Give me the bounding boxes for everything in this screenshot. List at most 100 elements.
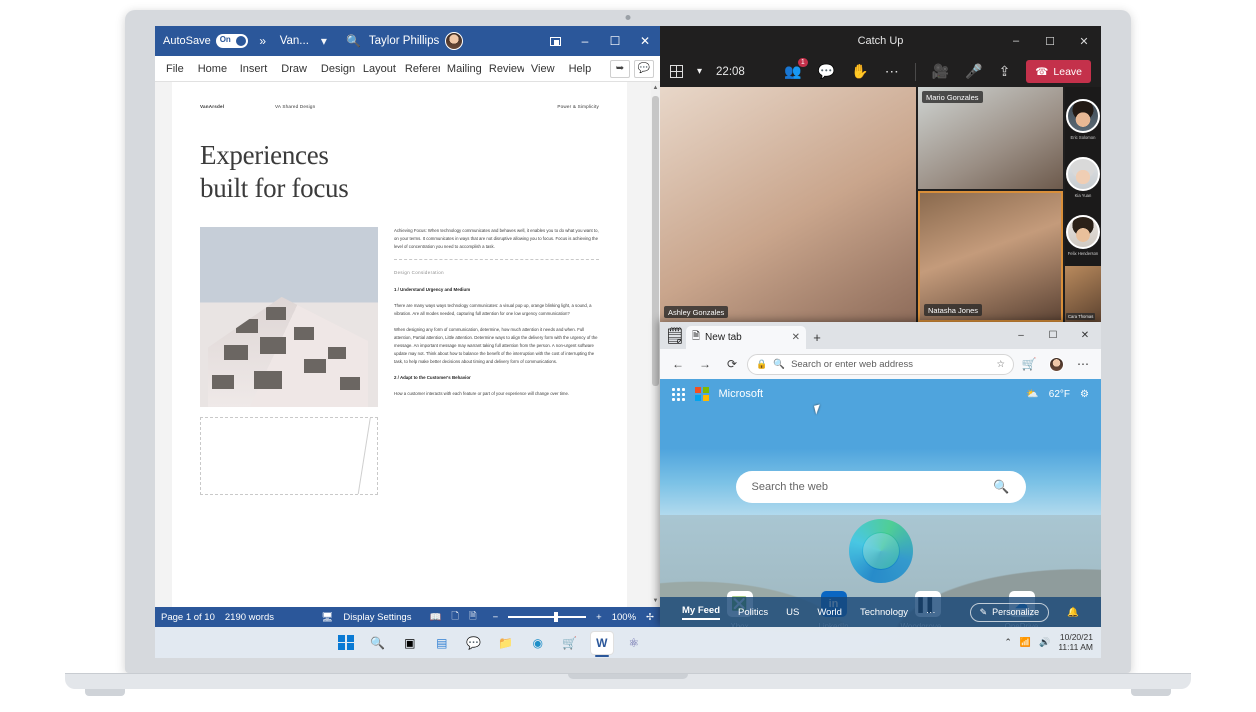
- word-count[interactable]: 2190 words: [225, 612, 274, 623]
- wifi-icon[interactable]: 📶: [1020, 637, 1031, 648]
- document-page[interactable]: VanArsdel VA Shared Design Power & Simpl…: [172, 82, 627, 607]
- ribbon-tab-layout[interactable]: Layout: [356, 60, 398, 78]
- temperature[interactable]: 62°F: [1049, 389, 1070, 400]
- forward-button[interactable]: →: [693, 352, 717, 376]
- windows-desktop[interactable]: AutoSave On » Van... ▾ 🔍 Taylor Phillips: [155, 26, 1101, 658]
- edge-navigation-bar[interactable]: ← → ⟳ 🔒 🔍 Search or enter web address ☆ …: [660, 349, 1101, 379]
- autosave-toggle[interactable]: AutoSave On: [163, 34, 248, 48]
- ribbon-tab-insert[interactable]: Insert: [233, 60, 275, 78]
- ribbon-tab-references[interactable]: References: [398, 60, 440, 78]
- teams-video-stage[interactable]: Ashley Gonzales Mario Gonzales Natasha J…: [660, 87, 1101, 322]
- chat-button[interactable]: 💬: [463, 632, 485, 654]
- close-button[interactable]: ✕: [1069, 322, 1101, 349]
- comments-icon[interactable]: 💬: [634, 59, 654, 78]
- widgets-button[interactable]: ▤: [431, 632, 453, 654]
- partly-cloudy-icon[interactable]: ⛅: [1026, 389, 1038, 400]
- more-horizontal-icon[interactable]: ⋯: [1071, 352, 1095, 376]
- grid-layout-icon[interactable]: [670, 65, 683, 78]
- feed-tab-my-feed[interactable]: My Feed: [682, 605, 721, 620]
- store-button[interactable]: 🛒: [559, 632, 581, 654]
- gear-icon[interactable]: ⚙: [1080, 389, 1089, 400]
- word-document-canvas[interactable]: VanArsdel VA Shared Design Power & Simpl…: [155, 82, 660, 607]
- zoom-out-button[interactable]: −: [493, 612, 499, 623]
- edge-button[interactable]: ◉: [527, 632, 549, 654]
- task-view-button[interactable]: ▣: [399, 632, 421, 654]
- browser-tab[interactable]: 🗎 New tab ✕: [686, 326, 806, 349]
- autosave-switch[interactable]: On: [215, 34, 248, 48]
- file-explorer-button[interactable]: 📁: [495, 632, 517, 654]
- ribbon-tab-view[interactable]: View: [524, 60, 562, 78]
- focus-mode-icon[interactable]: ✢: [646, 612, 654, 623]
- user-account[interactable]: Taylor Phillips: [369, 32, 464, 50]
- new-tab-button[interactable]: +: [806, 326, 828, 349]
- document-name[interactable]: Van...: [280, 35, 309, 47]
- collections-icon[interactable]: 🛒: [1017, 352, 1041, 376]
- video-tile-secondary[interactable]: Mario Gonzales: [918, 87, 1063, 189]
- zoom-slider[interactable]: [508, 612, 587, 622]
- roster-participant[interactable]: Felix Henderson: [1065, 208, 1101, 264]
- share-screen-icon[interactable]: ⇪: [999, 63, 1011, 80]
- ntp-feed-nav[interactable]: My Feed Politics US World Technology ···…: [660, 597, 1101, 627]
- reading-view-icon[interactable]: 🔒: [756, 359, 767, 370]
- scroll-down-icon[interactable]: ▼: [651, 595, 660, 607]
- roster-participant[interactable]: Eric Solomon: [1065, 91, 1101, 147]
- feed-tab-technology[interactable]: Technology: [860, 607, 908, 618]
- personalize-button[interactable]: ✎ Personalize: [969, 602, 1050, 622]
- edge-app-icon[interactable]: 🗒: [664, 322, 686, 349]
- display-settings-icon[interactable]: 🖥: [321, 612, 333, 623]
- profile-avatar-icon[interactable]: [1044, 352, 1068, 376]
- more-horizontal-icon[interactable]: ···: [926, 607, 936, 618]
- search-icon[interactable]: 🔍: [339, 26, 369, 56]
- read-mode-icon[interactable]: 📖: [429, 612, 441, 623]
- speaker-icon[interactable]: 🔊: [1039, 637, 1050, 648]
- back-button[interactable]: ←: [666, 352, 690, 376]
- edge-new-tab-page[interactable]: Microsoft ⛅ 62°F ⚙ Search the web 🔍 My F…: [660, 379, 1101, 627]
- scroll-up-icon[interactable]: ▲: [651, 82, 660, 94]
- more-horizontal-icon[interactable]: ⋯: [885, 63, 899, 80]
- chevron-double-right-icon[interactable]: »: [248, 26, 278, 56]
- chat-bubble-icon[interactable]: 💬: [818, 63, 835, 80]
- ribbon-tab-draw[interactable]: Draw: [274, 60, 314, 78]
- teams-window[interactable]: Catch Up – ☐ ✕ ▾ 22:08 👥 1 💬 ✋ ⋯ 🎥 🎤 ⇪ ☎…: [660, 26, 1101, 322]
- document-body-column[interactable]: Achieving Focus: When technology communi…: [394, 227, 599, 495]
- ribbon-tab-mailings[interactable]: Mailings: [440, 60, 482, 78]
- raise-hand-icon[interactable]: ✋: [851, 63, 868, 80]
- ribbon-tab-review[interactable]: Review: [482, 60, 524, 78]
- minimize-button[interactable]: –: [1005, 322, 1037, 349]
- word-button[interactable]: W: [590, 631, 613, 657]
- ribbon-tab-design[interactable]: Design: [314, 60, 356, 78]
- zoom-level[interactable]: 100%: [612, 612, 636, 623]
- ribbon-tab-help[interactable]: Help: [562, 60, 599, 78]
- maximize-button[interactable]: ☐: [600, 26, 630, 56]
- system-tray[interactable]: ⌃ 📶 🔊 10/20/21 11:11 AM: [1004, 632, 1101, 653]
- web-layout-icon[interactable]: 🗎: [469, 609, 477, 625]
- teams-meeting-toolbar[interactable]: ▾ 22:08 👥 1 💬 ✋ ⋯ 🎥 🎤 ⇪ ☎ Leave: [660, 56, 1101, 87]
- participant-roster-rail[interactable]: Eric Solomon Kia Yuan Felix Henderson Ca…: [1065, 87, 1101, 322]
- maximize-button[interactable]: ☐: [1033, 26, 1067, 56]
- scrollbar-thumb[interactable]: [652, 96, 659, 386]
- address-bar[interactable]: 🔒 🔍 Search or enter web address ☆: [747, 353, 1014, 375]
- windows-taskbar[interactable]: 🔍 ▣ ▤ 💬 📁 ◉ 🛒 W ⚛ ⌃ 📶 🔊 10/20/21 11:11 A…: [155, 627, 1101, 658]
- share-icon[interactable]: ➥: [610, 59, 630, 78]
- edge-window[interactable]: 🗒 🗎 New tab ✕ + – ☐ ✕ ← → ⟳ 🔒 🔍 Search o…: [660, 322, 1101, 627]
- ribbon-tab-home[interactable]: Home: [191, 60, 233, 78]
- minimize-button[interactable]: –: [570, 26, 600, 56]
- search-icon[interactable]: 🔍: [993, 479, 1009, 495]
- print-layout-icon[interactable]: 🗋: [451, 609, 459, 625]
- microphone-icon[interactable]: 🎤: [965, 63, 982, 80]
- close-button[interactable]: ✕: [1067, 26, 1101, 56]
- ntp-header[interactable]: Microsoft ⛅ 62°F ⚙: [660, 379, 1101, 409]
- camera-icon[interactable]: 🎥: [932, 63, 949, 80]
- refresh-button[interactable]: ⟳: [720, 352, 744, 376]
- feed-tab-politics[interactable]: Politics: [738, 607, 768, 618]
- close-button[interactable]: ✕: [630, 26, 660, 56]
- video-tile-main[interactable]: Ashley Gonzales: [660, 87, 916, 322]
- roster-participant-video[interactable]: Cara Thomas: [1065, 265, 1101, 322]
- avatar[interactable]: [445, 32, 464, 50]
- word-window[interactable]: AutoSave On » Van... ▾ 🔍 Taylor Phillips: [155, 26, 660, 627]
- chevron-down-icon[interactable]: ▾: [309, 26, 339, 56]
- close-tab-icon[interactable]: ✕: [792, 332, 800, 343]
- word-status-bar[interactable]: Page 1 of 10 2190 words 🖥 Display Settin…: [155, 607, 660, 627]
- people-icon[interactable]: 👥 1: [784, 58, 808, 80]
- add-favorite-icon[interactable]: ☆: [996, 359, 1005, 370]
